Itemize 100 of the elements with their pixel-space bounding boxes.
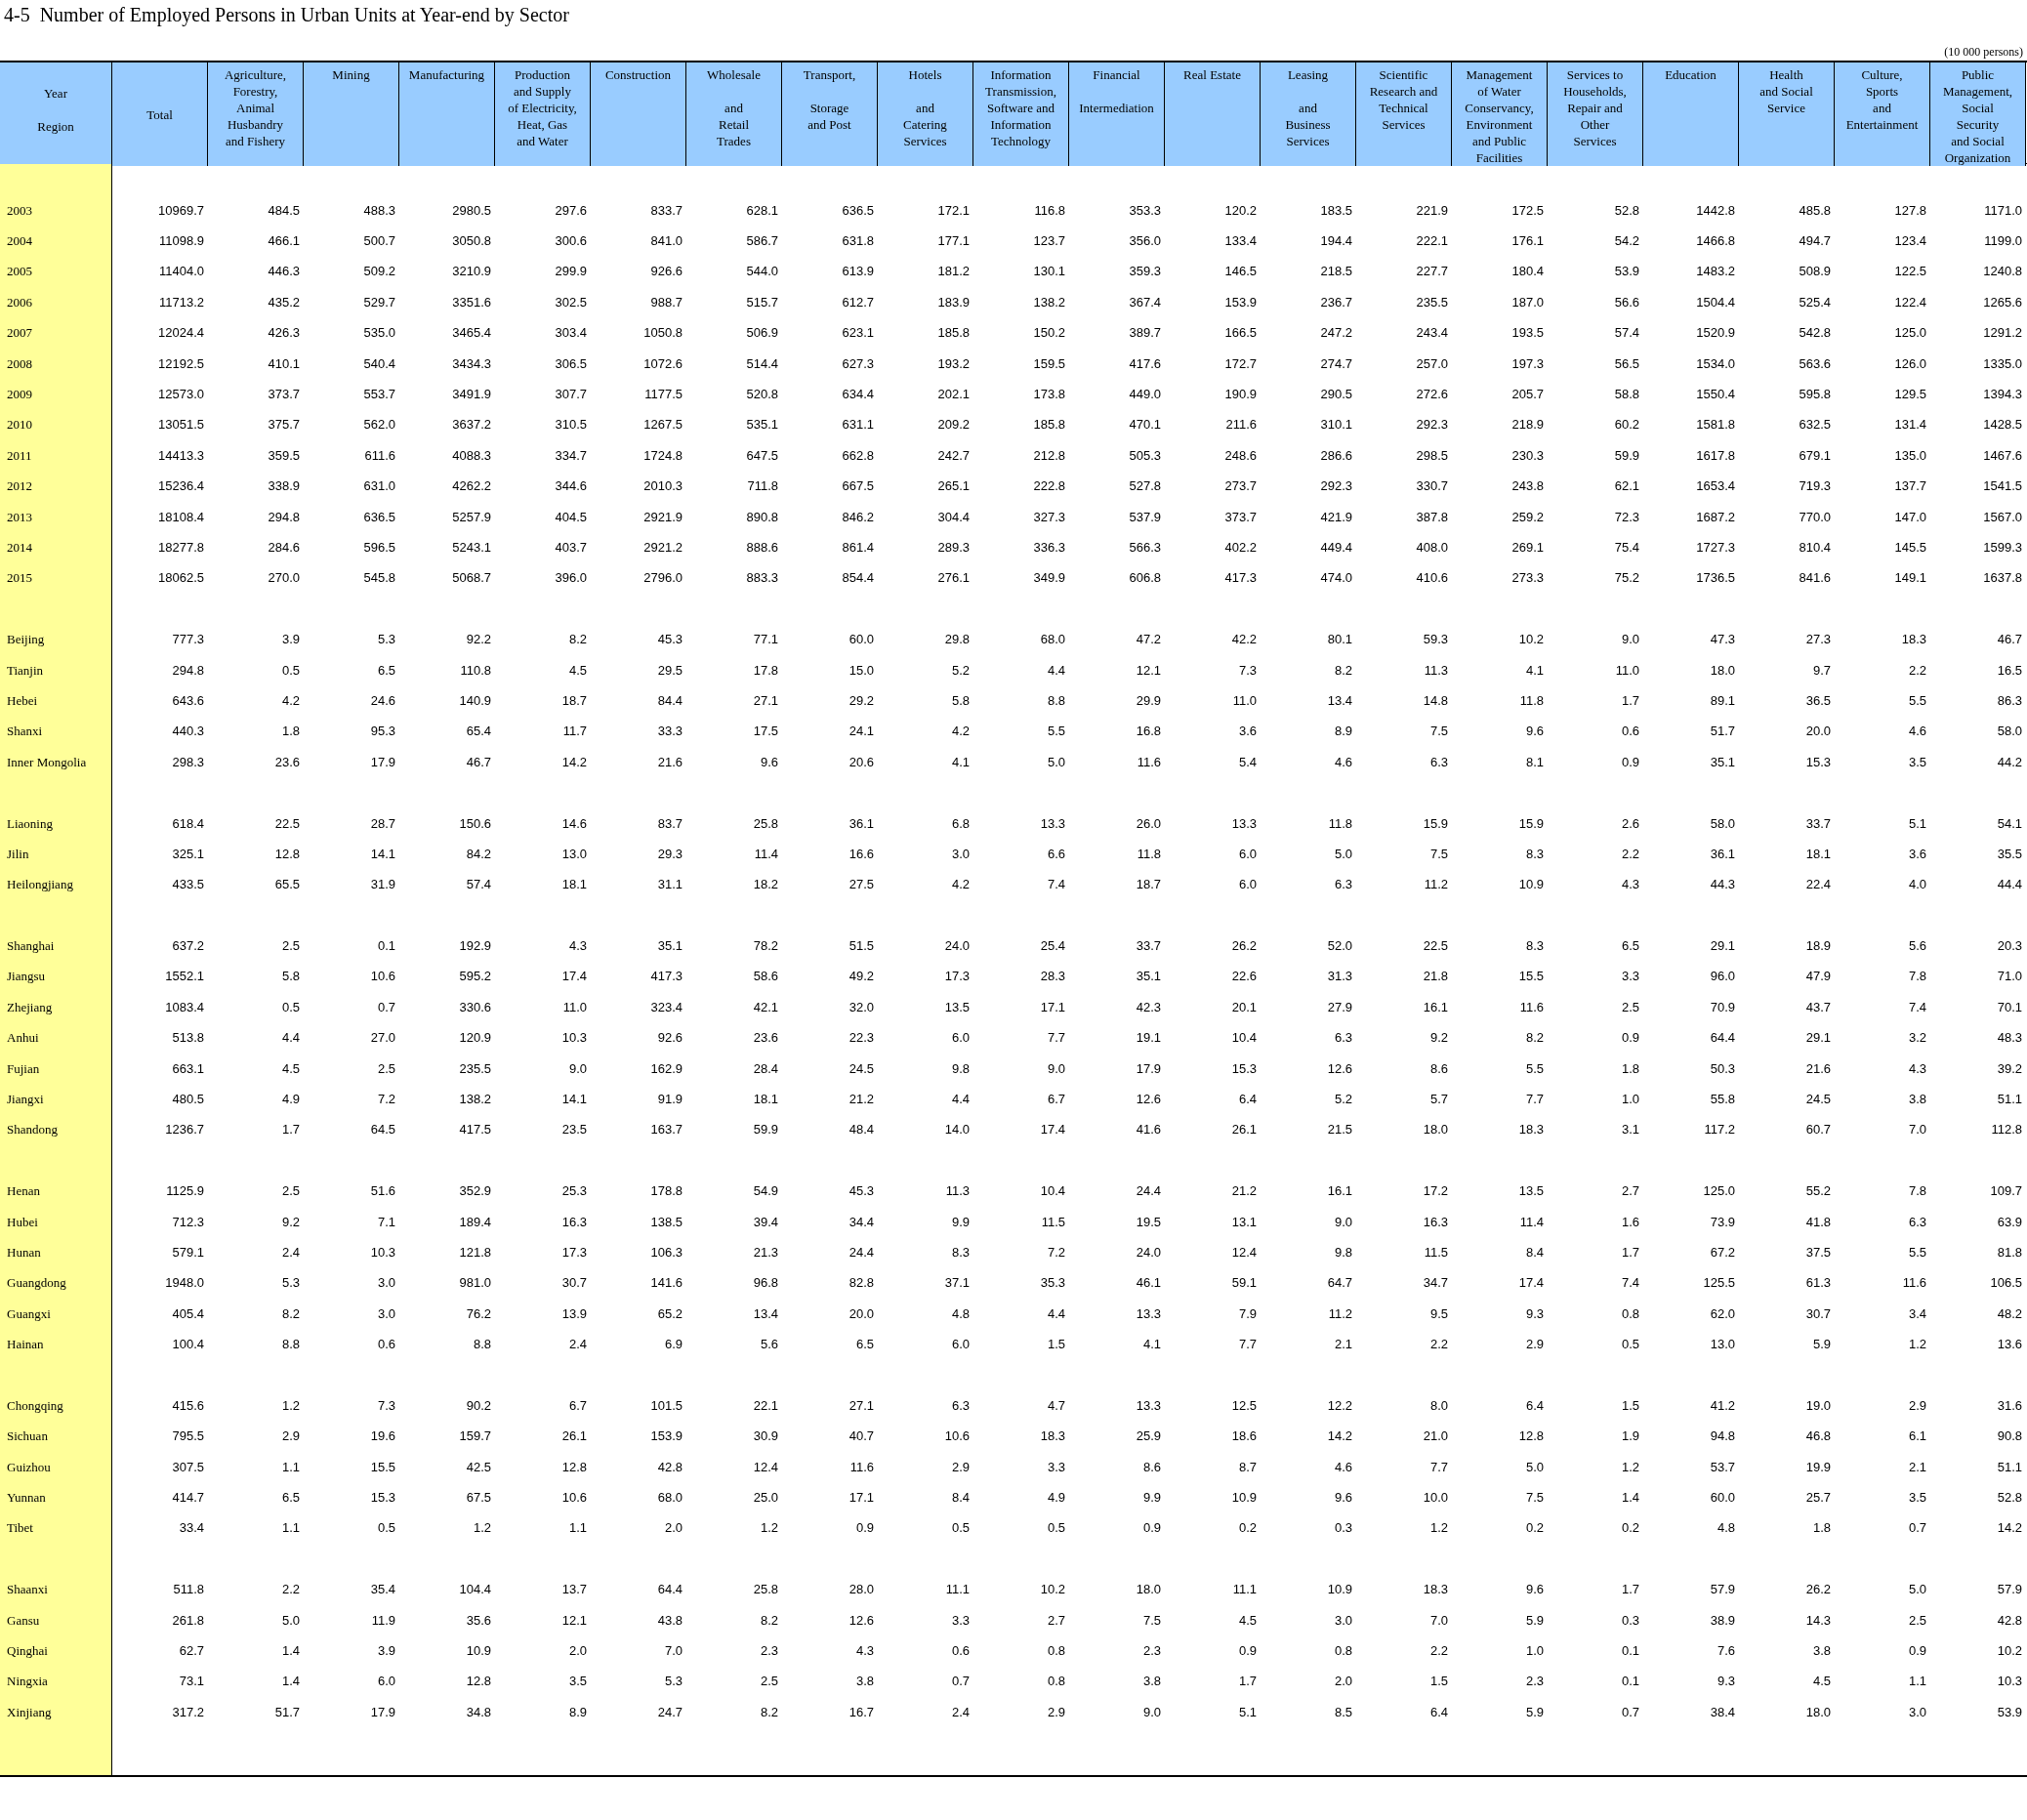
table-cell: 14.1 bbox=[561, 1092, 587, 1107]
table-cell: 0.2 bbox=[1621, 1520, 1639, 1537]
table-cell: 80.1 bbox=[1327, 632, 1352, 648]
table-cell: 1653.4 bbox=[1696, 478, 1735, 495]
table-cell: 44.4 bbox=[1997, 877, 2022, 893]
table-cell: 5.0 bbox=[1908, 1582, 1926, 1598]
table-cell: 11.3 bbox=[1424, 662, 1448, 679]
table-cell: 129.5 bbox=[1894, 387, 1926, 403]
table-cell: 5.3 bbox=[377, 632, 395, 648]
table-cell: 3.5 bbox=[568, 1674, 587, 1690]
table-cell: 373.7 bbox=[1224, 509, 1257, 525]
table-cell: 1.0 bbox=[1621, 1092, 1639, 1107]
table-cell: 109.7 bbox=[1990, 1183, 2022, 1200]
table-cell: 10.4 bbox=[1040, 1183, 1065, 1200]
table-cell: 57.4 bbox=[466, 877, 491, 893]
table-cell: 297.6 bbox=[555, 202, 587, 219]
table-cell: 18.0 bbox=[1710, 662, 1735, 679]
table-cell: 8.2 bbox=[281, 1305, 300, 1322]
table-cell: 45.3 bbox=[848, 1183, 874, 1200]
table-cell: 61.3 bbox=[1805, 1275, 1831, 1292]
table-cell: 926.6 bbox=[650, 264, 683, 280]
table-cell: 1.9 bbox=[1621, 1428, 1639, 1445]
table-cell: 2.2 bbox=[1429, 1337, 1448, 1353]
table-cell: 1520.9 bbox=[1696, 325, 1735, 342]
table-cell: 1.1 bbox=[568, 1520, 587, 1537]
table-cell: 150.6 bbox=[459, 815, 491, 832]
table-cell: 6.0 bbox=[1238, 877, 1257, 893]
table-cell: 146.5 bbox=[1224, 264, 1257, 280]
table-cell: 1.2 bbox=[473, 1520, 491, 1537]
column-header: Hotels and Catering Services bbox=[878, 62, 973, 166]
table-cell: 586.7 bbox=[746, 233, 778, 250]
table-cell: 2.4 bbox=[951, 1704, 970, 1720]
table-cell: 6.3 bbox=[1334, 877, 1352, 893]
row-header: 2005 bbox=[7, 264, 32, 280]
table-cell: 42.8 bbox=[1997, 1612, 2022, 1629]
column-header: Mining bbox=[304, 62, 399, 166]
table-cell: 1534.0 bbox=[1696, 355, 1735, 372]
row-header: 2009 bbox=[7, 387, 32, 403]
column-header: Scientific Research and Technical Services bbox=[1356, 62, 1452, 166]
table-cell: 4.1 bbox=[1142, 1337, 1161, 1353]
table-cell: 4.5 bbox=[1238, 1612, 1257, 1629]
table-cell: 20.0 bbox=[848, 1305, 874, 1322]
table-cell: 13.6 bbox=[1997, 1337, 2022, 1353]
table-cell: 5.3 bbox=[281, 1275, 300, 1292]
table-cell: 2921.9 bbox=[643, 509, 683, 525]
table-cell: 37.5 bbox=[1805, 1244, 1831, 1261]
table-cell: 4.8 bbox=[951, 1305, 970, 1322]
table-cell: 0.8 bbox=[1334, 1643, 1352, 1660]
table-cell: 76.2 bbox=[466, 1305, 491, 1322]
row-header: Jilin bbox=[7, 846, 29, 862]
table-cell: 84.2 bbox=[466, 846, 491, 862]
table-cell: 0.1 bbox=[1621, 1643, 1639, 1660]
table-cell: 90.2 bbox=[466, 1397, 491, 1414]
table-cell: 14.2 bbox=[1997, 1520, 2022, 1537]
table-cell: 25.4 bbox=[1040, 938, 1065, 955]
table-cell: 5.1 bbox=[1908, 815, 1926, 832]
column-header: Real Estate bbox=[1165, 62, 1261, 166]
table-cell: 1428.5 bbox=[1983, 417, 2022, 434]
table-cell: 17.8 bbox=[753, 662, 778, 679]
table-cell: 24.0 bbox=[944, 938, 970, 955]
table-cell: 36.1 bbox=[848, 815, 874, 832]
table-cell: 265.1 bbox=[937, 478, 970, 495]
table-cell: 4.9 bbox=[281, 1092, 300, 1107]
table-cell: 542.8 bbox=[1799, 325, 1831, 342]
table-cell: 5.4 bbox=[1238, 754, 1257, 770]
table-cell: 11.5 bbox=[1041, 1214, 1065, 1230]
table-cell: 10.0 bbox=[1423, 1490, 1448, 1507]
table-cell: 10.2 bbox=[1040, 1582, 1065, 1598]
row-header: 2015 bbox=[7, 570, 32, 587]
table-cell: 988.7 bbox=[650, 294, 683, 310]
table-cell: 59.9 bbox=[753, 1122, 778, 1138]
table-cell: 243.4 bbox=[1416, 325, 1448, 342]
column-header: Financial Intermediation bbox=[1069, 62, 1165, 166]
table-cell: 2.7 bbox=[1621, 1183, 1639, 1200]
table-cell: 185.8 bbox=[1033, 417, 1065, 434]
table-cell: 2.0 bbox=[664, 1520, 683, 1537]
table-cell: 310.1 bbox=[1320, 417, 1352, 434]
table-cell: 138.2 bbox=[1033, 294, 1065, 310]
table-cell: 1581.8 bbox=[1696, 417, 1735, 434]
table-cell: 48.2 bbox=[1997, 1305, 2022, 1322]
table-cell: 56.6 bbox=[1614, 294, 1639, 310]
table-cell: 18.3 bbox=[1423, 1582, 1448, 1598]
table-cell: 58.0 bbox=[1997, 724, 2022, 740]
table-cell: 8.9 bbox=[568, 1704, 587, 1720]
table-cell: 3.3 bbox=[1047, 1459, 1065, 1475]
table-cell: 494.7 bbox=[1799, 233, 1831, 250]
table-cell: 0.6 bbox=[377, 1337, 395, 1353]
table-cell: 15.3 bbox=[1805, 754, 1831, 770]
table-cell: 2.5 bbox=[760, 1674, 778, 1690]
table-cell: 0.5 bbox=[1621, 1337, 1639, 1353]
table-cell: 631.8 bbox=[842, 233, 874, 250]
table-cell: 7.3 bbox=[1238, 662, 1257, 679]
table-cell: 153.9 bbox=[650, 1428, 683, 1445]
table-cell: 30.7 bbox=[1805, 1305, 1831, 1322]
table-cell: 0.6 bbox=[951, 1643, 970, 1660]
table-cell: 8.8 bbox=[473, 1337, 491, 1353]
table-cell: 8.3 bbox=[1525, 846, 1544, 862]
row-header: Shanxi bbox=[7, 724, 43, 740]
table-cell: 6.3 bbox=[1334, 1030, 1352, 1047]
table-cell: 32.0 bbox=[848, 999, 874, 1015]
